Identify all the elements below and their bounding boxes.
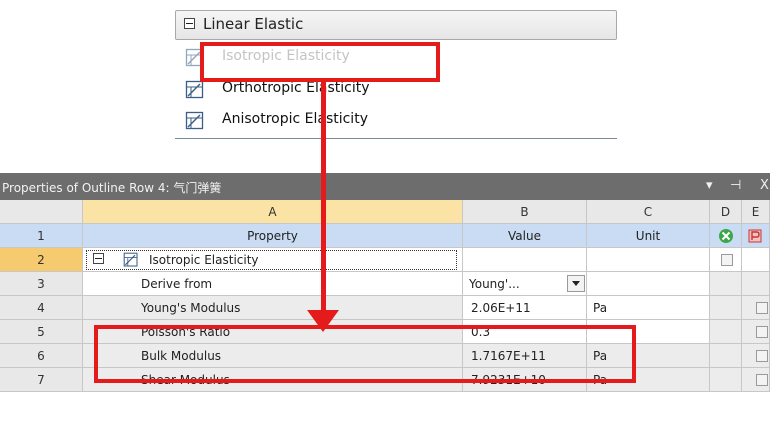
column-header-b[interactable]: B xyxy=(463,200,587,224)
row-number[interactable]: 3 xyxy=(0,272,83,296)
filter-checkbox-cell xyxy=(710,272,742,296)
checkbox[interactable] xyxy=(756,326,768,338)
panel-title: Properties of Outline Row 4: 气门弹簧 xyxy=(2,181,222,195)
property-column-header: Property xyxy=(83,224,463,248)
parameter-cell xyxy=(742,368,770,392)
checkbox[interactable] xyxy=(756,350,768,362)
filter-checkbox-cell xyxy=(710,320,742,344)
row-number[interactable]: 4 xyxy=(0,296,83,320)
material-model-icon xyxy=(185,80,204,99)
value-cell[interactable] xyxy=(463,248,587,272)
parameter-cell xyxy=(742,344,770,368)
checkbox[interactable] xyxy=(756,374,768,386)
parameter-icon[interactable] xyxy=(748,229,762,243)
unit-column-header: Unit xyxy=(587,224,710,248)
column-header-d[interactable]: D xyxy=(710,200,742,224)
annotation-highlight-box-table xyxy=(94,325,636,383)
checkbox[interactable] xyxy=(756,302,768,314)
row-number[interactable]: 5 xyxy=(0,320,83,344)
value-cell: Young'... xyxy=(463,272,587,296)
unit-cell[interactable]: Pa xyxy=(587,296,710,320)
material-model-icon xyxy=(185,111,204,130)
property-name: Isotropic Elasticity xyxy=(149,253,259,267)
parameter-cell xyxy=(742,296,770,320)
filter-checkbox-cell xyxy=(710,368,742,392)
dropdown-arrow-icon[interactable]: ▾ xyxy=(706,178,713,193)
property-cell[interactable]: Isotropic Elasticity xyxy=(83,248,463,272)
row-number[interactable]: 6 xyxy=(0,344,83,368)
toolbox-item-label: Orthotropic Elasticity xyxy=(222,80,370,96)
row-number[interactable]: 1 xyxy=(0,224,83,248)
filter-icon[interactable] xyxy=(718,228,734,244)
unit-cell[interactable] xyxy=(587,248,710,272)
row-number[interactable]: 2 xyxy=(0,248,83,272)
group-header-linear-elastic[interactable]: Linear Elastic xyxy=(175,10,617,40)
value-cell[interactable]: 2.06E+11 xyxy=(463,296,587,320)
properties-panel: Properties of Outline Row 4: 气门弹簧 ▾ ⊣ X … xyxy=(0,173,770,439)
annotation-highlight-box-toolbox xyxy=(200,42,440,82)
column-header-c[interactable]: C xyxy=(587,200,710,224)
property-name: Young's Modulus xyxy=(83,296,463,320)
parameter-cell xyxy=(742,320,770,344)
column-header-a[interactable]: A xyxy=(83,200,463,224)
chevron-down-icon[interactable] xyxy=(567,275,585,292)
filter-cell xyxy=(710,224,742,248)
toolbox-item-label: Anisotropic Elasticity xyxy=(222,111,368,127)
unit-cell xyxy=(587,272,710,296)
dropdown-value: Young'... xyxy=(469,277,520,291)
panel-title-bar: Properties of Outline Row 4: 气门弹簧 ▾ ⊣ X xyxy=(0,173,770,200)
corner-cell[interactable] xyxy=(0,200,83,224)
value-column-header: Value xyxy=(463,224,587,248)
filter-checkbox-cell xyxy=(710,248,742,272)
checkbox[interactable] xyxy=(721,254,733,266)
collapse-icon[interactable] xyxy=(93,253,104,264)
property-name: Derive from xyxy=(83,272,463,296)
annotation-arrow-shaft xyxy=(321,82,326,314)
focus-outline xyxy=(86,250,457,270)
parameter-cell xyxy=(742,272,770,296)
row-number[interactable]: 7 xyxy=(0,368,83,392)
column-header-e[interactable]: E xyxy=(742,200,770,224)
filter-checkbox-cell xyxy=(710,296,742,320)
collapse-icon[interactable] xyxy=(184,18,195,29)
material-model-icon xyxy=(123,252,138,267)
pin-icon[interactable]: ⊣ xyxy=(730,178,741,193)
derive-from-dropdown[interactable]: Young'... xyxy=(466,274,586,294)
parameter-cell xyxy=(742,224,770,248)
parameter-cell xyxy=(742,248,770,272)
close-icon[interactable]: X xyxy=(760,178,769,193)
filter-checkbox-cell xyxy=(710,344,742,368)
divider xyxy=(175,138,617,139)
group-title: Linear Elastic xyxy=(203,15,304,33)
